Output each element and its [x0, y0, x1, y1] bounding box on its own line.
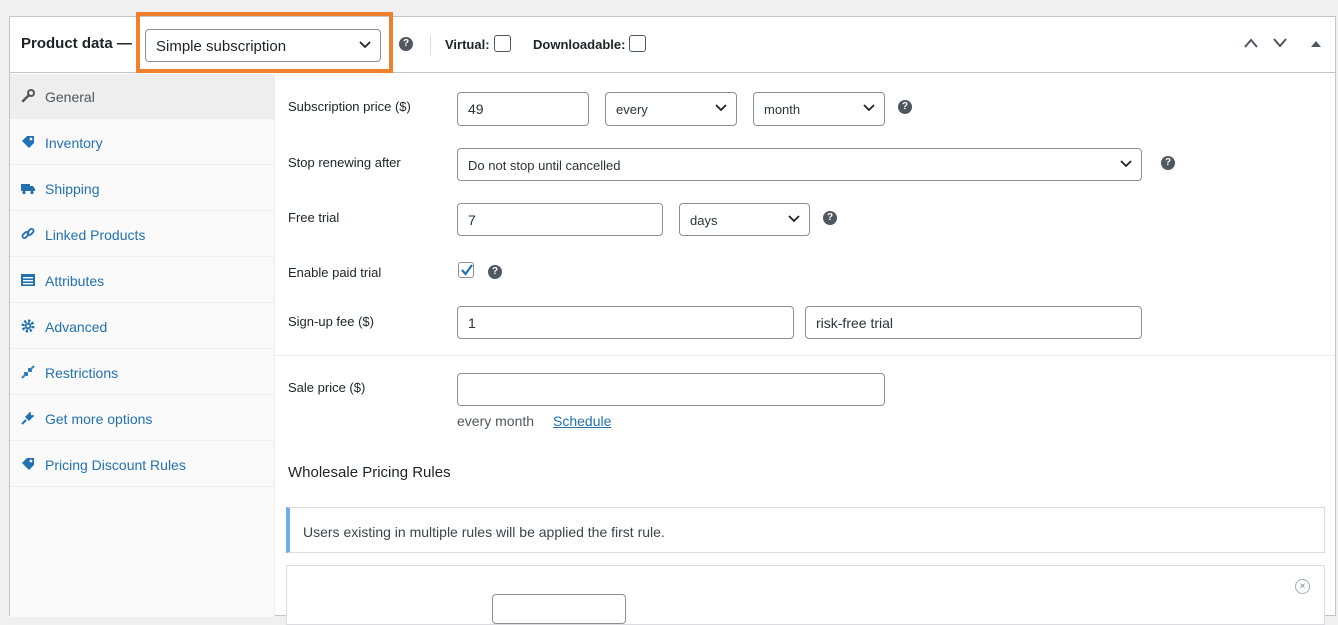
tab-label: Pricing Discount Rules: [45, 457, 186, 473]
tag-icon: [22, 458, 34, 470]
product-type-value: Simple subscription: [156, 38, 287, 55]
close-icon[interactable]: ×: [1295, 579, 1310, 594]
link-icon: [21, 228, 35, 239]
wholesale-rule-box: ×: [286, 565, 1325, 625]
tab-label: Attributes: [45, 273, 105, 289]
tag-icon: [22, 136, 34, 148]
tab-label: Restrictions: [45, 365, 119, 381]
divider: [430, 35, 431, 55]
chevron-down-icon: [715, 104, 727, 112]
billing-period-select[interactable]: month: [753, 92, 885, 126]
help-icon[interactable]: ?: [488, 265, 502, 279]
subscription-price-input[interactable]: 49: [457, 92, 589, 126]
stop-renewing-label: Stop renewing after: [288, 155, 401, 170]
plugin-icon: [21, 412, 34, 425]
sale-price-input[interactable]: [457, 373, 885, 406]
help-icon[interactable]: ?: [823, 211, 837, 225]
subscription-price-value: 49: [468, 101, 484, 117]
help-icon[interactable]: ?: [898, 100, 912, 114]
tab-shipping[interactable]: Shipping: [10, 166, 275, 211]
chevron-down-icon: [788, 214, 800, 222]
signup-fee-value: 1: [468, 315, 476, 331]
free-trial-period-select[interactable]: days: [679, 203, 810, 236]
help-icon[interactable]: ?: [1161, 156, 1175, 170]
tab-attributes[interactable]: Attributes: [10, 258, 275, 303]
free-trial-length-value: 7: [468, 212, 476, 228]
signup-fee-label: Sign-up fee ($): [288, 314, 374, 329]
list-icon: [21, 274, 35, 286]
tab-label: Inventory: [45, 135, 103, 151]
product-data-panel: Product data — Simple subscription ? Vir…: [9, 12, 1336, 625]
tab-linked-products[interactable]: Linked Products: [10, 212, 275, 257]
chevron-down-icon: [1120, 159, 1132, 167]
billing-interval-select[interactable]: every: [605, 92, 737, 126]
virtual-checkbox[interactable]: [494, 35, 511, 52]
free-trial-length-input[interactable]: 7: [457, 203, 663, 236]
paid-trial-label: Enable paid trial: [288, 265, 382, 280]
stop-renewing-select[interactable]: Do not stop until cancelled: [457, 148, 1142, 181]
panel-title: Product data —: [21, 35, 132, 52]
tab-label: Advanced: [45, 319, 108, 335]
rule-input[interactable]: [492, 594, 626, 624]
signup-fee-note-value: risk-free trial: [816, 315, 894, 331]
billing-period-value: month: [764, 102, 801, 117]
signup-fee-note-input[interactable]: risk-free trial: [805, 306, 1142, 339]
tab-label: Linked Products: [45, 227, 146, 243]
checkmark-icon: [461, 264, 473, 276]
product-data-header: Product data — Simple subscription ? Vir…: [10, 12, 1335, 73]
free-trial-period-value: days: [690, 213, 718, 228]
tab-label: Get more options: [45, 411, 153, 427]
tab-inventory[interactable]: Inventory: [10, 120, 275, 165]
wrench-icon: [21, 89, 35, 103]
wholesale-section-title: Wholesale Pricing Rules: [288, 464, 451, 481]
product-type-select[interactable]: Simple subscription: [145, 29, 381, 62]
collapse-arrows-icon: [21, 365, 35, 379]
tab-advanced[interactable]: Advanced: [10, 304, 275, 349]
collapse-toggle-icon[interactable]: [1310, 40, 1322, 48]
general-tab-content: Subscription price ($) 49 every month ? …: [275, 74, 1335, 625]
product-data-tabs: General Inventory Shipping Linked Produc…: [10, 74, 275, 617]
move-down-icon[interactable]: [1273, 38, 1287, 48]
section-divider: [275, 355, 1335, 356]
downloadable-label: Downloadable:: [533, 37, 626, 52]
signup-fee-input[interactable]: 1: [457, 306, 794, 339]
truck-icon: [21, 184, 35, 195]
sale-price-suffix: every month: [457, 413, 535, 429]
tab-general[interactable]: General: [10, 74, 275, 119]
billing-interval-value: every: [616, 102, 648, 117]
chevron-down-icon: [863, 104, 875, 112]
paid-trial-checkbox[interactable]: [458, 262, 474, 278]
downloadable-checkbox[interactable]: [629, 35, 646, 52]
tab-restrictions[interactable]: Restrictions: [10, 350, 275, 395]
virtual-label: Virtual:: [445, 37, 490, 52]
tab-label: General: [45, 89, 95, 105]
wholesale-notice-text: Users existing in multiple rules will be…: [303, 524, 665, 540]
tab-get-more-options[interactable]: Get more options: [10, 396, 275, 441]
tab-pricing-discount-rules[interactable]: Pricing Discount Rules: [10, 442, 275, 487]
subscription-price-label: Subscription price ($): [288, 99, 411, 114]
help-icon[interactable]: ?: [399, 37, 413, 51]
move-up-icon[interactable]: [1244, 38, 1258, 48]
chevron-down-icon: [359, 40, 371, 48]
tab-label: Shipping: [45, 181, 100, 197]
wholesale-notice: Users existing in multiple rules will be…: [286, 507, 1325, 553]
stop-renewing-value: Do not stop until cancelled: [468, 158, 621, 173]
gear-icon: [21, 319, 35, 333]
schedule-link[interactable]: Schedule: [553, 413, 611, 429]
free-trial-label: Free trial: [288, 210, 340, 225]
sale-price-label: Sale price ($): [288, 380, 366, 395]
